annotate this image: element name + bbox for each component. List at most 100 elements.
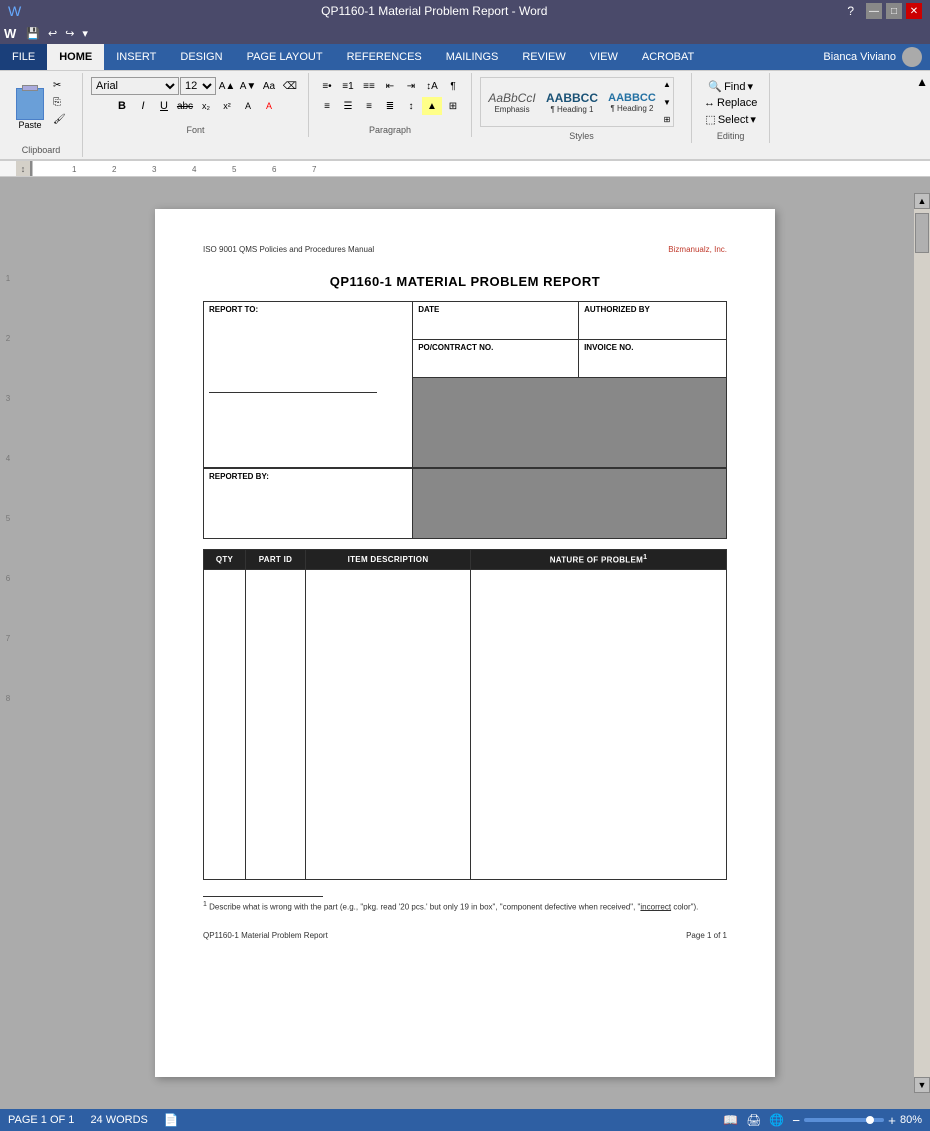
ribbon-group-paragraph: ≡• ≡1 ≡≡ ⇤ ⇥ ↕A ¶ ≡ ☰ ≡ ≣ ↕ ▲ ⊞ xyxy=(309,73,472,137)
data-row-part[interactable] xyxy=(246,569,306,879)
po-contract-value[interactable] xyxy=(418,352,573,374)
data-row-item[interactable] xyxy=(306,569,471,879)
read-mode-button[interactable]: 📖 xyxy=(723,1113,738,1127)
styles-scroll-up[interactable]: ▲ xyxy=(663,80,671,89)
save-quick-button[interactable]: 💾 xyxy=(24,27,42,40)
tab-references[interactable]: REFERENCES xyxy=(335,44,434,70)
maximize-button[interactable]: □ xyxy=(886,3,902,19)
borders-button[interactable]: ⊞ xyxy=(443,97,463,115)
language-icon[interactable]: 📄 xyxy=(164,1113,179,1127)
user-avatar xyxy=(902,47,922,67)
styles-group-label: Styles xyxy=(569,131,594,141)
ruler-track: 1 2 3 4 5 6 7 xyxy=(30,161,930,176)
document-page[interactable]: ISO 9001 QMS Policies and Procedures Man… xyxy=(155,209,775,1077)
minimize-button[interactable]: — xyxy=(866,3,882,19)
tab-design[interactable]: DESIGN xyxy=(168,44,234,70)
tab-view[interactable]: VIEW xyxy=(578,44,630,70)
scroll-thumb[interactable] xyxy=(915,213,929,253)
reported-gray-cell xyxy=(413,469,727,539)
invoice-value[interactable] xyxy=(584,352,721,374)
underline-button[interactable]: U xyxy=(154,97,174,115)
help-icon[interactable]: ? xyxy=(847,4,854,18)
paragraph-group-label: Paragraph xyxy=(369,125,411,135)
zoom-out-button[interactable]: − xyxy=(792,1113,800,1128)
vertical-scrollbar[interactable]: ▲ ▼ xyxy=(914,193,930,1093)
superscript-button[interactable]: x² xyxy=(217,97,237,115)
authorized-by-cell: AUTHORIZED BY xyxy=(579,302,727,340)
undo-quick-button[interactable]: ↩ xyxy=(46,27,59,40)
sort-button[interactable]: ↕A xyxy=(422,77,442,95)
redo-quick-button[interactable]: ↪ xyxy=(63,27,76,40)
styles-more[interactable]: ⊞ xyxy=(663,115,671,124)
multilevel-list-button[interactable]: ≡≡ xyxy=(359,77,379,95)
reported-by-value[interactable] xyxy=(209,481,407,531)
justify-button[interactable]: ≣ xyxy=(380,97,400,115)
date-value[interactable] xyxy=(418,314,573,336)
find-button[interactable]: 🔍 Find ▾ xyxy=(704,79,757,94)
zoom-slider[interactable] xyxy=(804,1118,884,1122)
tab-acrobat[interactable]: ACROBAT xyxy=(630,44,706,70)
col-part-id: PART ID xyxy=(246,550,306,570)
font-family-select[interactable]: Arial xyxy=(91,77,179,95)
bold-button[interactable]: B xyxy=(112,97,132,115)
bullets-button[interactable]: ≡• xyxy=(317,77,337,95)
ruler-mark-4: 4 xyxy=(6,403,10,463)
data-row-qty[interactable] xyxy=(204,569,246,879)
numbering-button[interactable]: ≡1 xyxy=(338,77,358,95)
line-spacing-button[interactable]: ↕ xyxy=(401,97,421,115)
print-layout-button[interactable]: 🖨 xyxy=(746,1113,761,1127)
footer-left: QP1160-1 Material Problem Report xyxy=(203,931,328,940)
cut-button[interactable]: ✂ xyxy=(52,77,74,93)
page-count: PAGE 1 OF 1 xyxy=(8,1114,74,1126)
collapse-ribbon-button[interactable]: ▲ xyxy=(916,75,928,89)
zoom-in-button[interactable]: + xyxy=(888,1113,896,1128)
title-bar-controls: ? — □ ✕ xyxy=(847,3,922,19)
align-left-button[interactable]: ≡ xyxy=(317,97,337,115)
subscript-button[interactable]: x₂ xyxy=(196,97,216,115)
style-emphasis[interactable]: AaBbCcI Emphasis xyxy=(483,80,541,124)
scroll-up-button[interactable]: ▲ xyxy=(914,193,930,209)
copy-button[interactable]: ⎘ xyxy=(52,94,74,110)
paste-label: Paste xyxy=(18,120,41,130)
word-count: 24 WORDS xyxy=(90,1114,147,1126)
po-contract-label: PO/CONTRACT NO. xyxy=(418,343,573,352)
scroll-down-button[interactable]: ▼ xyxy=(914,1077,930,1093)
replace-button[interactable]: ↔ Replace xyxy=(700,96,761,110)
ruler-marks: 1 2 3 4 5 6 7 xyxy=(32,161,930,177)
tab-file[interactable]: FILE xyxy=(0,44,47,70)
paste-button[interactable]: Paste xyxy=(8,83,52,135)
close-button[interactable]: ✕ xyxy=(906,3,922,19)
data-row-nature[interactable] xyxy=(471,569,727,879)
font-color-button[interactable]: A xyxy=(259,97,279,115)
more-quick-button[interactable]: ▾ xyxy=(80,27,90,40)
ribbon-group-styles: AaBbCcI Emphasis AABBCC ¶ Heading 1 AABB… xyxy=(472,73,692,143)
format-painter-button[interactable]: 🖌 xyxy=(52,111,74,127)
style-heading2[interactable]: AABBCC ¶ Heading 2 xyxy=(603,80,661,124)
text-highlight-button[interactable]: A xyxy=(238,97,258,115)
tab-home[interactable]: HOME xyxy=(47,44,104,70)
decrease-font-button[interactable]: A▼ xyxy=(238,77,258,95)
styles-scroll-down[interactable]: ▼ xyxy=(663,98,671,107)
font-size-select[interactable]: 12 xyxy=(180,77,216,95)
report-to-label: REPORT TO: xyxy=(209,305,407,314)
align-right-button[interactable]: ≡ xyxy=(359,97,379,115)
strikethrough-button[interactable]: abc xyxy=(175,97,195,115)
clear-formatting-button[interactable]: ⌫ xyxy=(280,77,300,95)
tab-insert[interactable]: INSERT xyxy=(104,44,168,70)
authorized-by-value[interactable] xyxy=(584,314,721,336)
italic-button[interactable]: I xyxy=(133,97,153,115)
tab-review[interactable]: REVIEW xyxy=(510,44,577,70)
increase-font-button[interactable]: A▲ xyxy=(217,77,237,95)
decrease-indent-button[interactable]: ⇤ xyxy=(380,77,400,95)
show-marks-button[interactable]: ¶ xyxy=(443,77,463,95)
change-case-button[interactable]: Aa xyxy=(259,77,279,95)
shading-button[interactable]: ▲ xyxy=(422,97,442,115)
web-layout-button[interactable]: 🌐 xyxy=(769,1113,784,1127)
increase-indent-button[interactable]: ⇥ xyxy=(401,77,421,95)
select-button[interactable]: ⬚ Select ▾ xyxy=(701,112,760,127)
style-heading1[interactable]: AABBCC ¶ Heading 1 xyxy=(543,80,601,124)
report-to-value[interactable] xyxy=(209,314,407,384)
tab-page-layout[interactable]: PAGE LAYOUT xyxy=(235,44,335,70)
tab-mailings[interactable]: MAILINGS xyxy=(434,44,511,70)
align-center-button[interactable]: ☰ xyxy=(338,97,358,115)
